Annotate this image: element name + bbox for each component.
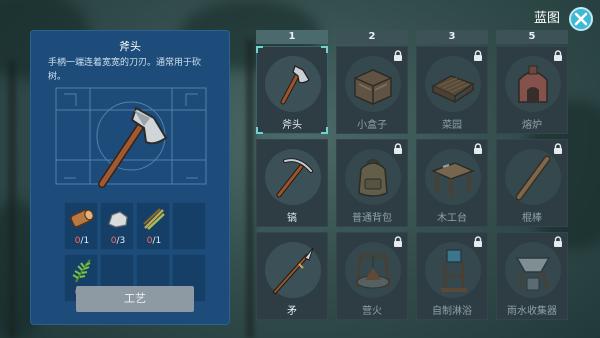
pickaxe-icon — [276, 158, 313, 198]
ingredient-need: /3 — [116, 236, 126, 246]
blueprint-card-spear[interactable]: 矛 — [256, 232, 328, 320]
card-label: 菜园 — [442, 120, 462, 131]
lock-icon — [474, 236, 482, 247]
blueprint-detail-panel: 斧头 手柄一端连着宽宽的刀刃。通常用于砍树。 0/1 0/3 0/1 工艺 — [30, 30, 230, 325]
spear-icon — [273, 247, 314, 294]
close-button[interactable] — [569, 7, 593, 31]
lock-icon — [474, 143, 482, 154]
card-label: 矛 — [287, 306, 297, 317]
leaf-fiber-icon — [72, 259, 91, 283]
card-label: 普通背包 — [352, 213, 392, 224]
sticks-icon — [143, 208, 165, 230]
blueprint-card-campfire[interactable]: 营火 — [336, 232, 408, 320]
small-box-icon — [354, 69, 392, 105]
lock-icon — [554, 236, 562, 247]
wood-log-icon — [70, 209, 94, 228]
blueprint-card-rain-collector[interactable]: 雨水收集器 — [496, 232, 568, 320]
card-label: 熔炉 — [522, 120, 542, 131]
axe-icon — [55, 87, 207, 188]
card-label: 小盒子 — [357, 120, 387, 131]
card-label: 棍棒 — [522, 213, 542, 224]
card-label: 斧头 — [282, 120, 302, 131]
lock-icon — [394, 50, 402, 61]
workbench-icon — [430, 162, 476, 197]
backpack-icon — [358, 159, 388, 197]
card-label: 雨水收集器 — [507, 306, 557, 317]
card-label: 镐 — [287, 213, 297, 224]
campfire-icon — [355, 253, 391, 289]
card-label: 营火 — [362, 306, 382, 317]
blueprint-card-pickaxe[interactable]: 镐 — [256, 139, 328, 227]
rain-collector-icon — [515, 257, 551, 291]
blueprint-card-backpack[interactable]: 普通背包 — [336, 139, 408, 227]
card-label: 自制淋浴 — [432, 306, 472, 317]
tab-level-2[interactable]: 2 — [336, 30, 408, 44]
blueprint-card-garden[interactable]: 菜园 — [416, 46, 488, 134]
garden-bed-icon — [431, 75, 475, 104]
lock-icon — [554, 143, 562, 154]
ingredient-slot: 0/1 — [136, 202, 170, 250]
tab-level-1[interactable]: 1 — [256, 30, 328, 44]
blueprint-card-furnace[interactable]: 熔炉 — [496, 46, 568, 134]
shower-icon — [441, 249, 467, 292]
tab-level-3[interactable]: 3 — [416, 30, 488, 44]
close-icon — [574, 12, 588, 26]
lock-icon — [474, 50, 482, 61]
blueprint-card-small-box[interactable]: 小盒子 — [336, 46, 408, 134]
blueprint-card-club[interactable]: 棍棒 — [496, 139, 568, 227]
page-title: 蓝图 — [533, 11, 560, 26]
ingredient-need: /1 — [80, 236, 90, 246]
furnace-icon — [518, 65, 548, 103]
ingredient-slot: 0/1 — [64, 202, 98, 250]
lock-icon — [394, 143, 402, 154]
ingredient-slot-empty — [172, 202, 206, 250]
ingredient-slot: 0/3 — [100, 202, 134, 250]
ingredient-need: /1 — [152, 236, 162, 246]
axe-icon — [280, 65, 310, 105]
stone-icon — [108, 211, 128, 228]
lock-icon — [394, 236, 402, 247]
blueprint-card-workbench[interactable]: 木工台 — [416, 139, 488, 227]
blueprint-card-shower[interactable]: 自制淋浴 — [416, 232, 488, 320]
blueprint-card-axe[interactable]: 斧头 — [256, 46, 328, 134]
craft-button[interactable]: 工艺 — [76, 286, 194, 312]
tab-level-5[interactable]: 5 — [496, 30, 568, 44]
lock-icon — [554, 50, 562, 61]
card-label: 木工台 — [437, 213, 467, 224]
blueprint-title: 斧头 — [119, 40, 141, 53]
club-icon — [515, 155, 551, 201]
